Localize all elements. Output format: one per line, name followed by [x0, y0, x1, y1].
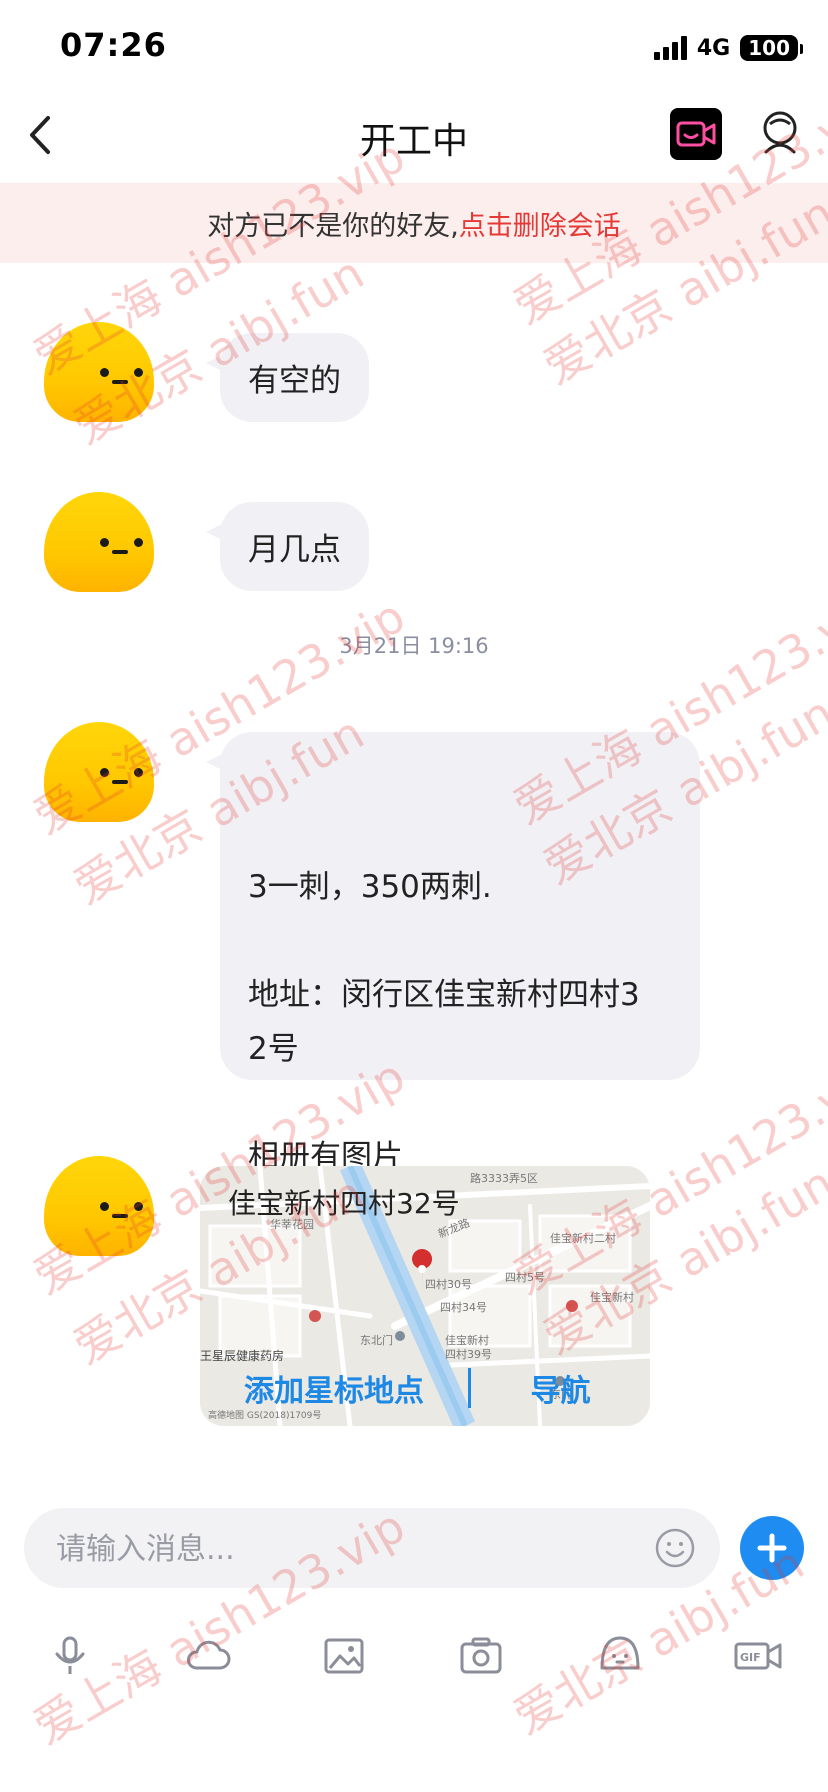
message-input[interactable]: [54, 1508, 638, 1590]
navigate-button[interactable]: 导航: [471, 1366, 650, 1410]
video-call-button[interactable]: [670, 108, 722, 160]
sticker-icon: [600, 1636, 640, 1670]
signal-icon: [653, 36, 687, 60]
sticker-button[interactable]: [594, 1630, 646, 1682]
location-actions: 添加星标地点 导航: [200, 1364, 650, 1412]
location-card[interactable]: 华莘花园 新龙路 佳宝新村二村 佳宝新村 佳宝新村 四村39号 四村30号 四村…: [200, 1166, 650, 1426]
message-bubble[interactable]: 3一刺，350两刺. 地址：闵行区佳宝新村四村3 2号 相册有图片: [206, 732, 700, 1175]
map-label: 四村5号: [505, 1270, 545, 1284]
location-title: 佳宝新村四村32号: [228, 1187, 460, 1220]
map-label: 东北门: [360, 1333, 393, 1347]
profile-button[interactable]: [758, 106, 802, 160]
gif-icon: GIF: [734, 1642, 782, 1670]
status-time: 07:26: [60, 26, 167, 64]
microphone-icon: [55, 1636, 85, 1674]
notice-text: 对方已不是你的好友,: [207, 210, 459, 242]
send-button[interactable]: [740, 1516, 804, 1580]
input-toolbar: GIF: [0, 1630, 828, 1690]
map-label: 四村39号: [445, 1347, 492, 1361]
status-indicators: 4G 100: [653, 34, 803, 62]
cloud-button[interactable]: [182, 1630, 234, 1682]
cloud-icon: [187, 1640, 231, 1670]
smiley-icon: [655, 1528, 695, 1568]
avatar[interactable]: [44, 1156, 154, 1256]
message-text: 3一刺，350两刺. 地址：闵行区佳宝新村四村3 2号 相册有图片: [248, 869, 640, 1175]
timestamp: 3月21日 19:16: [339, 634, 489, 658]
message-bubble[interactable]: 有空的: [206, 333, 369, 422]
avatar[interactable]: [44, 722, 154, 822]
avatar[interactable]: [44, 492, 154, 592]
delete-conversation-link[interactable]: 点击删除会话: [459, 204, 621, 243]
map-label: 佳宝新村: [590, 1290, 634, 1304]
map-label: 路3333弄5区: [470, 1172, 538, 1185]
video-call-icon: [676, 121, 716, 147]
message-text: 有空的: [248, 363, 341, 399]
map-label: 佳宝新村二村: [550, 1231, 616, 1245]
not-friend-notice: 对方已不是你的好友, 点击删除会话: [0, 183, 828, 263]
voice-button[interactable]: [44, 1630, 96, 1682]
gif-button[interactable]: GIF: [732, 1630, 784, 1682]
battery-icon: 100: [740, 35, 803, 61]
emoji-button[interactable]: [654, 1527, 696, 1569]
add-star-location-button[interactable]: 添加星标地点: [200, 1366, 468, 1410]
image-icon: [324, 1638, 364, 1674]
camera-icon: [460, 1637, 502, 1674]
svg-text:GIF: GIF: [740, 1651, 761, 1664]
map-label: 王星辰健康药房: [200, 1348, 284, 1363]
message-text: 月几点: [248, 532, 341, 568]
network-label: 4G: [696, 35, 731, 61]
message-input-box: [24, 1508, 720, 1590]
image-button[interactable]: [318, 1630, 370, 1682]
avatar[interactable]: [44, 322, 154, 422]
map-label: 佳宝新村: [445, 1333, 489, 1347]
map-label: 四村30号: [425, 1277, 472, 1291]
camera-button[interactable]: [455, 1630, 507, 1682]
message-bubble[interactable]: 月几点: [206, 502, 369, 591]
profile-icon: [763, 111, 797, 154]
plus-icon: [757, 1533, 787, 1563]
map-label: 四村34号: [440, 1300, 487, 1314]
